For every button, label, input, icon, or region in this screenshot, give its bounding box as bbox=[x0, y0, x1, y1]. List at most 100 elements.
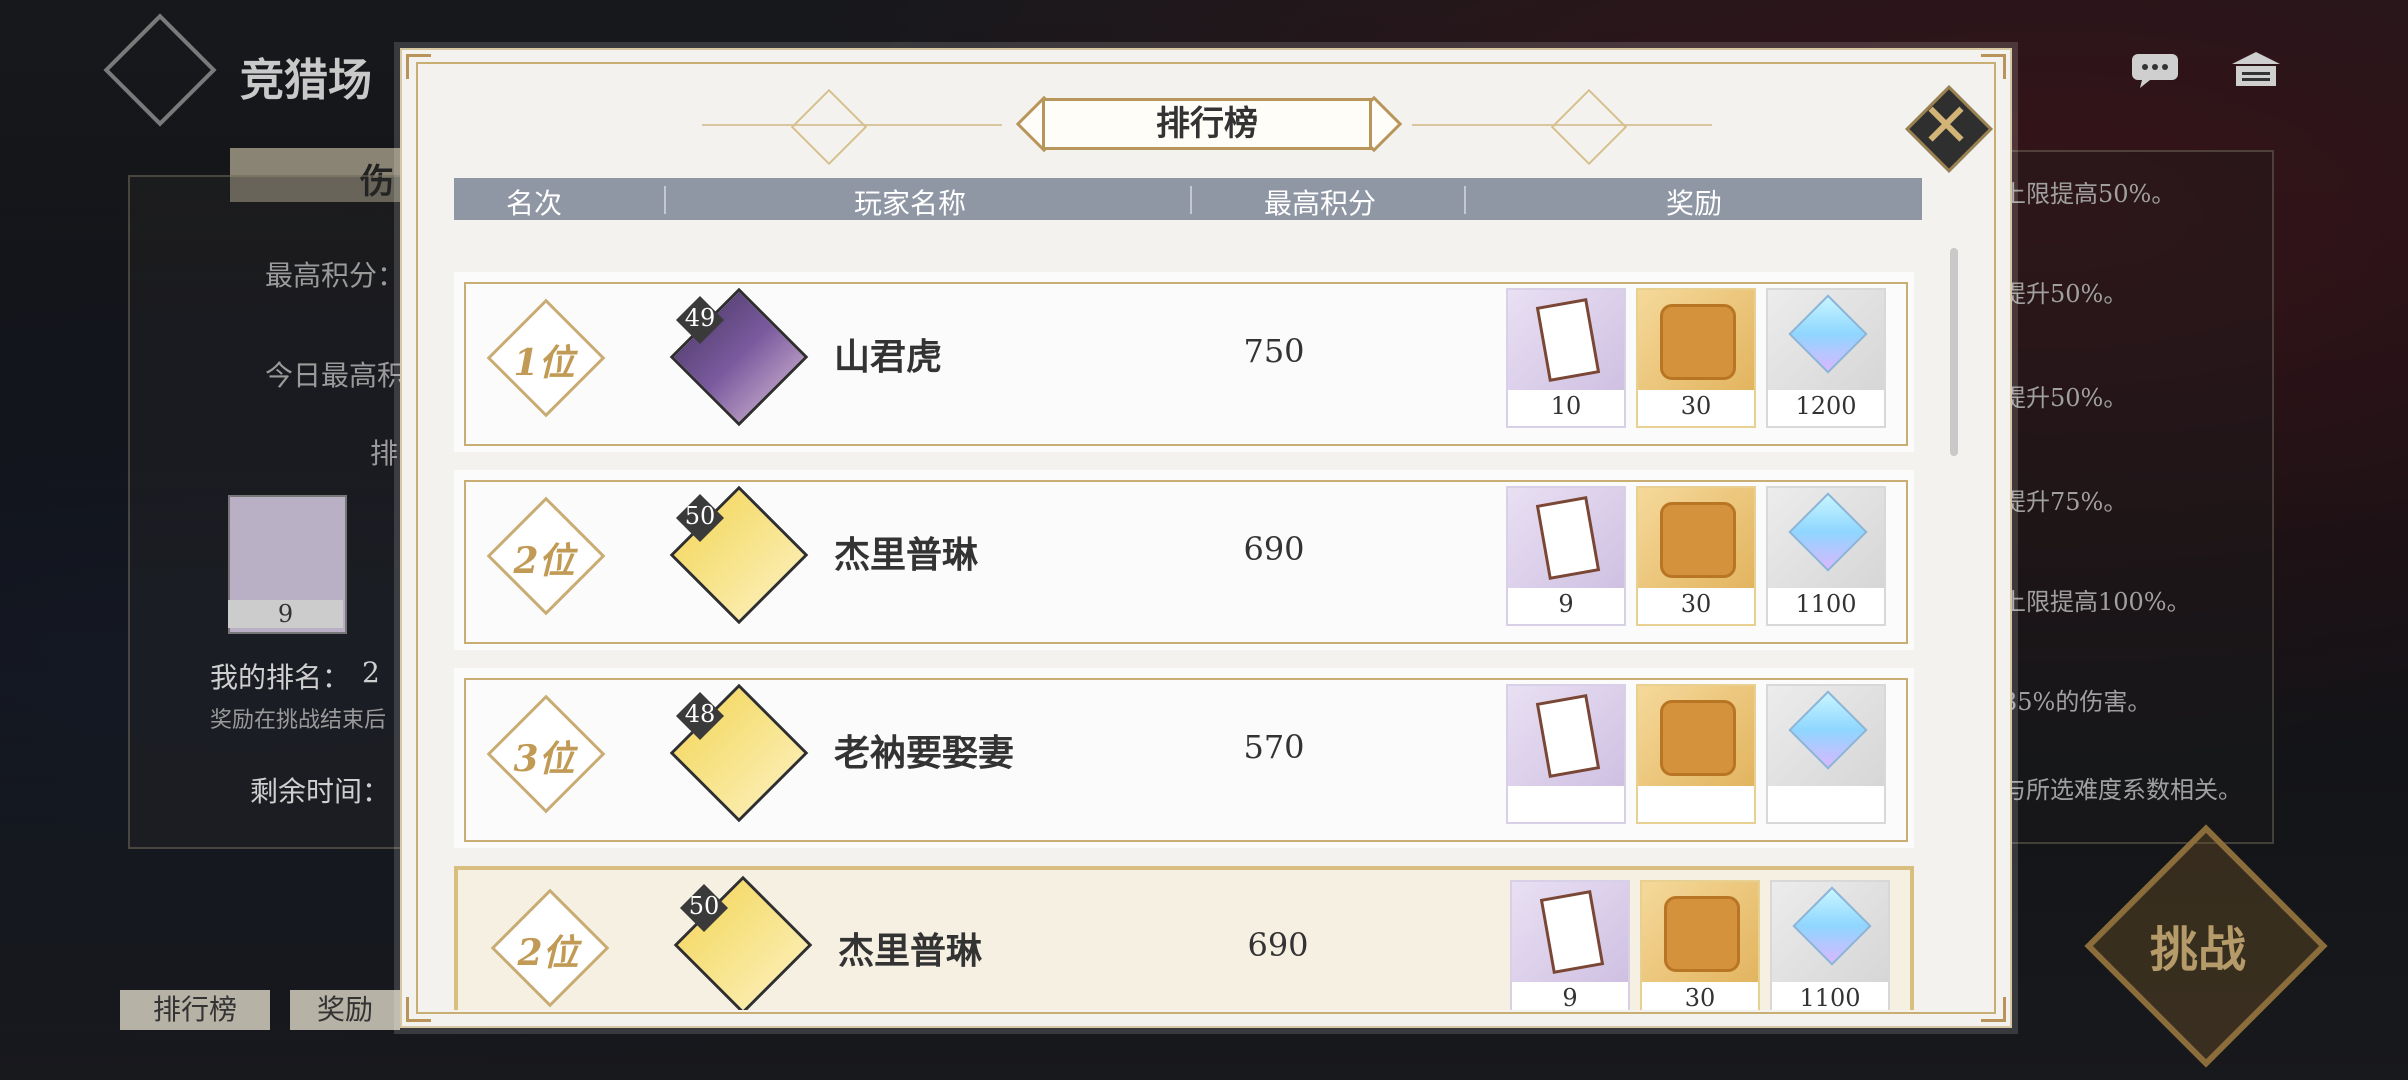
rank-label: 1位 bbox=[513, 342, 575, 384]
leaderboard-row[interactable]: 1位 49 山君虎 750 10 30 1200 bbox=[454, 272, 1914, 452]
dialog-title: 排行榜 bbox=[1042, 98, 1372, 150]
reward-card-icon bbox=[1535, 496, 1601, 580]
table-header: 名次 玩家名称 最高积分 奖励 bbox=[454, 178, 1922, 220]
avatar[interactable]: 50 bbox=[673, 875, 813, 1010]
leaderboard-row[interactable]: 2位 50 杰里普琳 690 9 30 1100 bbox=[454, 470, 1914, 650]
leaderboard-button[interactable]: 排行榜 bbox=[120, 990, 270, 1030]
player-score: 690 bbox=[1243, 530, 1305, 568]
buff-note: 35%的伤害。 bbox=[2002, 688, 2152, 716]
rank-badge: 2位 bbox=[490, 888, 610, 1008]
avatar[interactable]: 48 bbox=[669, 683, 809, 823]
level-badge: 49 bbox=[675, 295, 725, 345]
reward-item[interactable]: 1200 bbox=[1766, 288, 1886, 428]
corner-ornament bbox=[1981, 997, 2006, 1022]
menu-icon[interactable] bbox=[2230, 50, 2282, 90]
puzzle-piece-icon bbox=[1660, 502, 1736, 578]
reward-item[interactable] bbox=[1636, 684, 1756, 824]
col-rewards: 奖励 bbox=[1666, 187, 1723, 220]
level-value: 50 bbox=[688, 892, 720, 920]
rank-label: 2位 bbox=[517, 932, 579, 974]
reward-count: 9 bbox=[1558, 590, 1574, 618]
level-badge: 50 bbox=[679, 883, 729, 933]
col-player-name: 玩家名称 bbox=[854, 187, 967, 220]
player-score: 570 bbox=[1243, 728, 1305, 766]
player-name: 老衲要娶妻 bbox=[834, 732, 1015, 774]
my-rank-value: 2 bbox=[362, 656, 380, 689]
level-badge: 50 bbox=[675, 493, 725, 543]
chat-icon[interactable] bbox=[2130, 50, 2182, 90]
leaderboard-row[interactable]: 3位 48 老衲要娶妻 570 bbox=[454, 668, 1914, 848]
buff-note: 提升50%。 bbox=[2002, 384, 2128, 412]
reward-item[interactable]: 30 bbox=[1636, 486, 1756, 626]
crystal-icon bbox=[1788, 294, 1868, 374]
avatar[interactable]: 49 bbox=[669, 287, 809, 427]
rank-label: 2位 bbox=[513, 540, 575, 582]
corner-ornament bbox=[406, 997, 431, 1022]
reward-note: 奖励在挑战结束后 bbox=[210, 708, 387, 733]
reward-item[interactable] bbox=[1506, 684, 1626, 824]
my-rank-label: 我的排名： bbox=[210, 661, 351, 694]
reward-count: 1100 bbox=[1799, 984, 1861, 1010]
avatar[interactable]: 50 bbox=[669, 485, 809, 625]
rank-badge: 2位 bbox=[486, 496, 606, 616]
reward-item[interactable]: 10 bbox=[1506, 288, 1626, 428]
reward-card-icon bbox=[1535, 694, 1601, 778]
crystal-icon bbox=[1788, 492, 1868, 572]
reward-item[interactable]: 1100 bbox=[1770, 880, 1890, 1010]
remaining-time-label: 剩余时间： bbox=[250, 775, 391, 808]
rank-badge: 1位 bbox=[486, 298, 606, 418]
reward-count: 1100 bbox=[1795, 590, 1857, 618]
reward-count: 30 bbox=[1680, 590, 1712, 618]
rank-badge: 3位 bbox=[486, 694, 606, 814]
my-ranking-row[interactable]: 2位 50 杰里普琳 690 9 30 1100 bbox=[454, 866, 1914, 1010]
max-score-label: 最高积分： bbox=[265, 259, 406, 292]
rank-label: 3位 bbox=[513, 738, 575, 780]
level-value: 49 bbox=[684, 304, 716, 332]
player-name: 杰里普琳 bbox=[834, 534, 979, 576]
col-separator bbox=[1190, 186, 1192, 214]
close-icon: ✕ bbox=[1920, 91, 1972, 161]
col-best-score: 最高积分 bbox=[1264, 187, 1377, 220]
leaderboard-dialog: 排行榜 ✕ 名次 玩家名称 最高积分 奖励 1位 49 山君虎 750 10 3… bbox=[400, 48, 2012, 1028]
reward-item[interactable] bbox=[1766, 684, 1886, 824]
puzzle-piece-icon bbox=[1660, 700, 1736, 776]
player-name: 山君虎 bbox=[834, 336, 943, 378]
rewards-button[interactable]: 奖励 bbox=[290, 990, 400, 1030]
buff-note: 提升50%。 bbox=[2002, 280, 2128, 308]
buff-note: 提升75%。 bbox=[2002, 488, 2128, 516]
section-label: 排 bbox=[370, 437, 399, 470]
corner-ornament bbox=[1981, 54, 2006, 79]
reward-item[interactable]: 1100 bbox=[1766, 486, 1886, 626]
level-badge: 48 bbox=[675, 691, 725, 741]
leaderboard-list[interactable]: 1位 49 山君虎 750 10 30 1200 2位 50 杰里普琳 690 … bbox=[454, 272, 1922, 1010]
corner-ornament bbox=[406, 54, 431, 79]
col-separator bbox=[1464, 186, 1466, 214]
buff-note: 上限提高100%。 bbox=[2002, 588, 2191, 616]
reward-count: 1200 bbox=[1795, 392, 1857, 420]
today-score-label: 今日最高积 bbox=[265, 359, 406, 392]
reward-count: 9 bbox=[1562, 984, 1578, 1010]
reward-item[interactable]: 30 bbox=[1640, 880, 1760, 1010]
reward-item[interactable]: 9 bbox=[1510, 880, 1630, 1010]
reward-item[interactable]: 9 bbox=[1506, 486, 1626, 626]
col-rank: 名次 bbox=[506, 187, 563, 220]
screen-title: 竞猎场 bbox=[240, 55, 372, 106]
crystal-icon bbox=[1788, 690, 1868, 770]
puzzle-piece-icon bbox=[1664, 896, 1740, 972]
buff-note: 与所选难度系数相关。 bbox=[2002, 776, 2242, 804]
player-name: 杰里普琳 bbox=[838, 930, 983, 972]
reward-card-icon bbox=[1535, 298, 1601, 382]
player-score: 750 bbox=[1243, 332, 1305, 370]
bg-reward-count: 9 bbox=[228, 600, 343, 628]
reward-item[interactable]: 30 bbox=[1636, 288, 1756, 428]
buff-note: 上限提高50%。 bbox=[2002, 180, 2176, 208]
challenge-label: 挑战 bbox=[2150, 922, 2247, 978]
player-score: 690 bbox=[1247, 926, 1309, 964]
list-scrollbar[interactable] bbox=[1950, 248, 1958, 456]
reward-card-icon bbox=[1539, 890, 1605, 974]
close-button[interactable]: ✕ bbox=[1904, 84, 1993, 173]
dialog-title-plate: 排行榜 bbox=[1012, 92, 1403, 156]
level-value: 48 bbox=[684, 700, 716, 728]
reward-count: 30 bbox=[1684, 984, 1716, 1010]
level-value: 50 bbox=[684, 502, 716, 530]
